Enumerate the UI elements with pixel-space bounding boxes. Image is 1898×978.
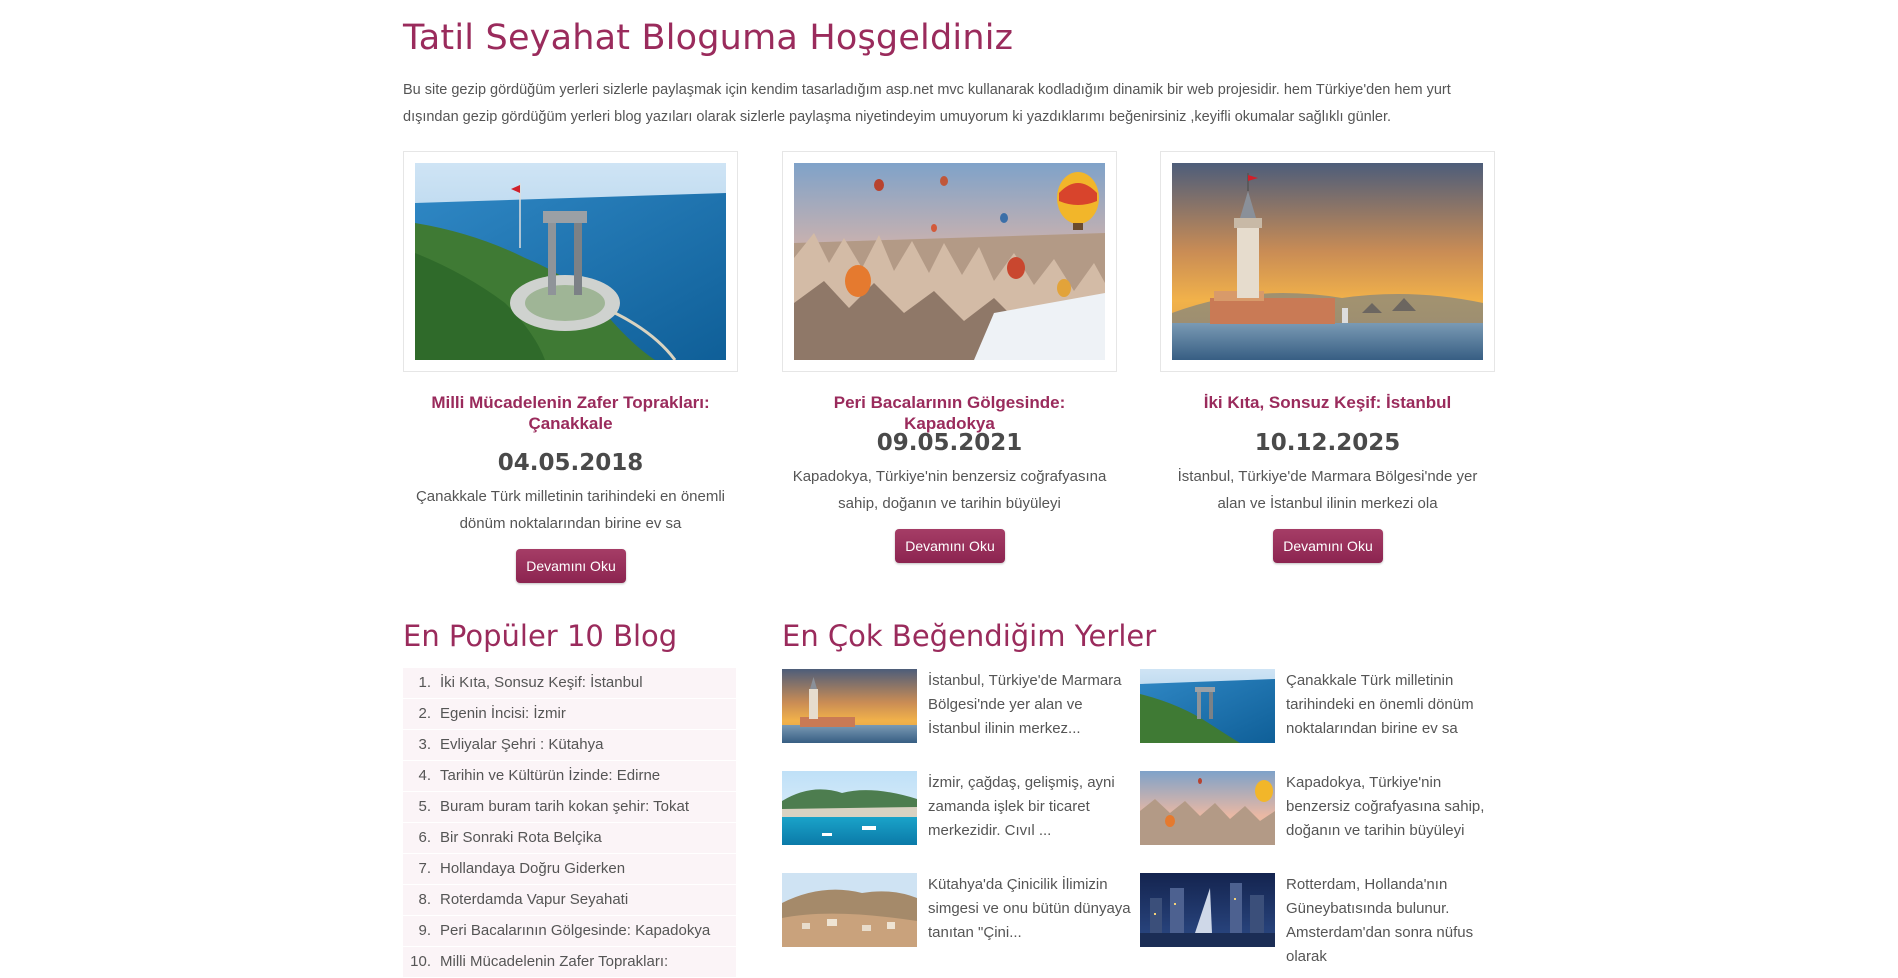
favorite-places-title: En Çok Beğendiğim Yerler — [782, 619, 1157, 653]
rotterdam-night-thumb — [1140, 873, 1275, 947]
intro-text: Bu site gezip gördüğüm yerleri sizlerle … — [403, 82, 1451, 125]
blog-card-istanbul: İki Kıta, Sonsuz Keşif: İstanbul 10.12.2… — [1160, 151, 1495, 571]
favorite-item[interactable]: Kapadokya, Türkiye'nin benzersiz coğrafy… — [1140, 771, 1495, 861]
popular-item[interactable]: 4. Tarihin ve Kültürün İzinde: Edirne — [403, 761, 736, 792]
popular-item-label: İki Kıta, Sonsuz Keşif: İstanbul — [440, 674, 643, 691]
favorite-item-text: Rotterdam, Hollanda'nın Güneybatısında b… — [1286, 876, 1474, 965]
card-title[interactable]: Peri Bacalarının Gölgesinde: Kapadokya — [802, 392, 1097, 434]
popular-blogs-list: 1. İki Kıta, Sonsuz Keşif: İstanbul 2. Ege… — [403, 668, 736, 978]
card-title[interactable]: Milli Mücadelenin Zafer Toprakları: Çana… — [423, 392, 718, 434]
popular-item-label: Tarihin ve Kültürün İzinde: Edirne — [440, 767, 661, 784]
favorite-item[interactable]: İstanbul, Türkiye'de Marmara Bölgesi'nde… — [782, 669, 1137, 759]
favorite-item-text: İstanbul, Türkiye'de Marmara Bölgesi'nde… — [928, 672, 1122, 737]
card-date: 04.05.2018 — [497, 450, 644, 476]
favorite-item-text: Kapadokya, Türkiye'nin benzersiz coğrafy… — [1286, 774, 1485, 839]
card-excerpt: Çanakkale Türk milletinin tarihindeki en… — [415, 488, 726, 532]
canakkale-monument-image[interactable] — [415, 163, 726, 360]
canakkale-monument-thumb — [1140, 669, 1275, 743]
favorite-item[interactable]: Çanakkale Türk milletinin tarihindeki en… — [1140, 669, 1495, 759]
popular-item-label: Roterdamda Vapur Seyahati — [440, 891, 629, 908]
popular-item-label: Egenin İncisi: İzmir — [440, 705, 566, 722]
popular-item[interactable]: 7. Hollandaya Doğru Giderken — [403, 854, 736, 885]
card-image-frame — [1160, 151, 1495, 372]
popular-item[interactable]: 6. Bir Sonraki Rota Belçika — [403, 823, 736, 854]
read-more-button[interactable]: Devamını Oku — [1273, 529, 1383, 563]
favorite-item-text: Çanakkale Türk milletinin tarihindeki en… — [1286, 672, 1474, 737]
favorite-item-text: Kütahya'da Çinicilik İlimizin simgesi ve… — [928, 876, 1131, 941]
page-title: Tatil Seyahat Bloguma Hoşgeldiniz — [403, 18, 1014, 58]
favorite-item-text: İzmir, çağdaş, gelişmiş, ayni zamanda iş… — [928, 774, 1115, 839]
istanbul-tower-image[interactable] — [1172, 163, 1483, 360]
popular-item-label: Buram buram tarih kokan şehir: Tokat — [440, 798, 690, 815]
card-image-frame — [782, 151, 1117, 372]
popular-item[interactable]: 5. Buram buram tarih kokan şehir: Tokat — [403, 792, 736, 823]
read-more-button[interactable]: Devamını Oku — [895, 529, 1005, 563]
card-date: 10.12.2025 — [1254, 430, 1401, 456]
popular-item[interactable]: 1. İki Kıta, Sonsuz Keşif: İstanbul — [403, 668, 736, 699]
popular-item[interactable]: 9. Peri Bacalarının Gölgesinde: Kapadokya — [403, 916, 736, 947]
popular-item-label: Milli Mücadelenin Zafer Toprakları: — [440, 953, 669, 970]
favorite-item[interactable]: Kütahya'da Çinicilik İlimizin simgesi ve… — [782, 873, 1137, 963]
popular-item[interactable]: 2. Egenin İncisi: İzmir — [403, 699, 736, 730]
popular-item-label: Peri Bacalarının Gölgesinde: Kapadokya — [440, 922, 711, 939]
kapadokya-balloons-image[interactable] — [794, 163, 1105, 360]
popular-blogs-title: En Popüler 10 Blog — [403, 619, 678, 653]
popular-item-label: Hollandaya Doğru Giderken — [440, 860, 626, 877]
blog-card-canakkale: Milli Mücadelenin Zafer Toprakları: Çana… — [403, 151, 738, 601]
popular-item[interactable]: 3. Evliyalar Şehri : Kütahya — [403, 730, 736, 761]
card-date: 09.05.2021 — [876, 430, 1023, 456]
popular-item-label: Evliyalar Şehri : Kütahya — [440, 736, 604, 753]
favorite-item[interactable]: Rotterdam, Hollanda'nın Güneybatısında b… — [1140, 873, 1495, 965]
page-container: Tatil Seyahat Bloguma Hoşgeldiniz Bu sit… — [403, 0, 1495, 978]
favorite-item[interactable]: İzmir, çağdaş, gelişmiş, ayni zamanda iş… — [782, 771, 1137, 861]
popular-item[interactable]: 10. Milli Mücadelenin Zafer Toprakları: — [403, 947, 736, 978]
card-image-frame — [403, 151, 738, 372]
izmir-coast-thumb — [782, 771, 917, 845]
card-excerpt: İstanbul, Türkiye'de Marmara Bölgesi'nde… — [1177, 468, 1478, 512]
blog-card-kapadokya: Peri Bacalarının Gölgesinde: Kapadokya 0… — [782, 151, 1117, 571]
kutahya-city-thumb — [782, 873, 917, 947]
read-more-button[interactable]: Devamını Oku — [516, 549, 626, 583]
kapadokya-balloons-thumb — [1140, 771, 1275, 845]
istanbul-tower-thumb — [782, 669, 917, 743]
card-title[interactable]: İki Kıta, Sonsuz Keşif: İstanbul — [1180, 392, 1475, 413]
card-excerpt: Kapadokya, Türkiye'nin benzersiz coğrafy… — [792, 468, 1107, 512]
popular-item[interactable]: 8. Roterdamda Vapur Seyahati — [403, 885, 736, 916]
popular-item-label: Bir Sonraki Rota Belçika — [440, 829, 602, 846]
